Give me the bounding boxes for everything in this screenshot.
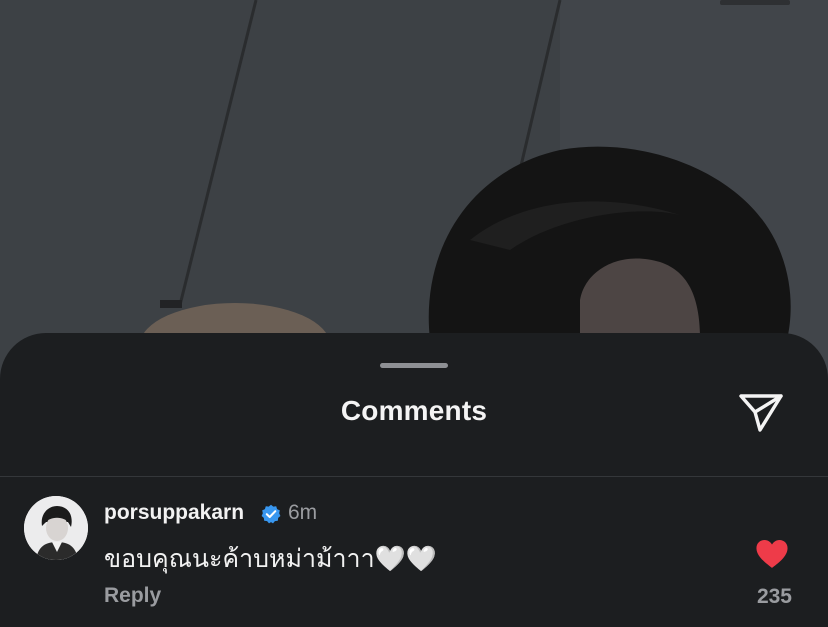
avatar[interactable]: [24, 496, 88, 560]
comment-timestamp: 6m: [288, 501, 318, 524]
comment-item: porsuppakarn 6m ขอบคุณนะค้าบหม่าม้าาา🤍🤍 …: [0, 477, 828, 627]
like-button[interactable]: [755, 539, 789, 569]
reel-comments-screen: Comments porsuppakarn 6m ขอบคุณนะค้าบหม่…: [0, 0, 828, 627]
verified-badge-icon: [261, 504, 281, 524]
send-icon: [739, 394, 783, 432]
share-button[interactable]: [736, 389, 786, 435]
like-count: 235: [756, 585, 792, 608]
avatar-photo: [24, 496, 88, 560]
sheet-drag-handle[interactable]: [380, 363, 448, 368]
comments-sheet: Comments porsuppakarn 6m ขอบคุณนะค้าบหม่…: [0, 333, 828, 627]
heart-filled-icon: [756, 540, 788, 568]
sheet-title: Comments: [340, 395, 488, 426]
comment-username[interactable]: porsuppakarn: [104, 501, 244, 525]
comment-text: ขอบคุณนะค้าบหม่าม้าาา🤍🤍: [104, 544, 437, 573]
reply-button[interactable]: Reply: [104, 584, 161, 608]
